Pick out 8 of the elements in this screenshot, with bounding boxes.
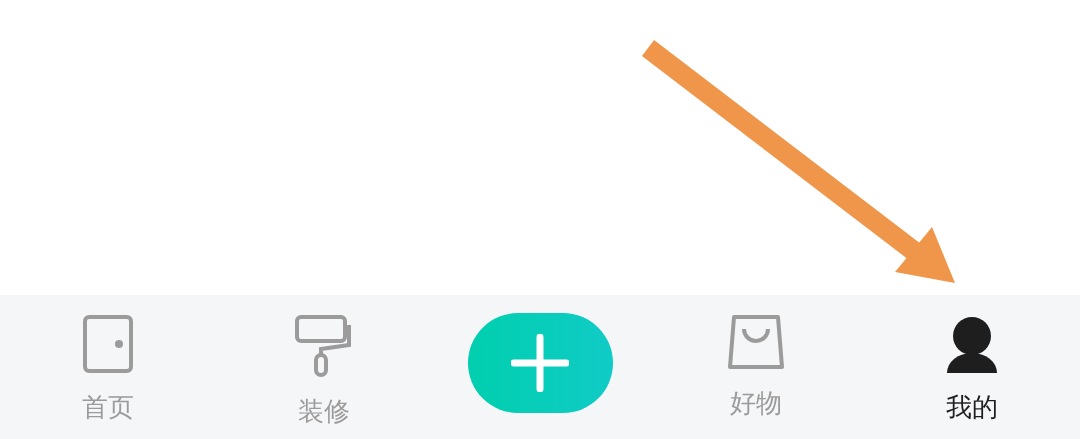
- tab[interactable]: 好物: [648, 295, 864, 439]
- plus-icon: [511, 334, 569, 392]
- tab[interactable]: 我的: [864, 295, 1080, 439]
- tab[interactable]: 装修: [216, 295, 432, 439]
- paint-roller-icon: [295, 315, 353, 377]
- shopping-bag-icon: [728, 315, 784, 369]
- door-icon: [83, 315, 133, 373]
- tab[interactable]: 首页: [0, 295, 216, 439]
